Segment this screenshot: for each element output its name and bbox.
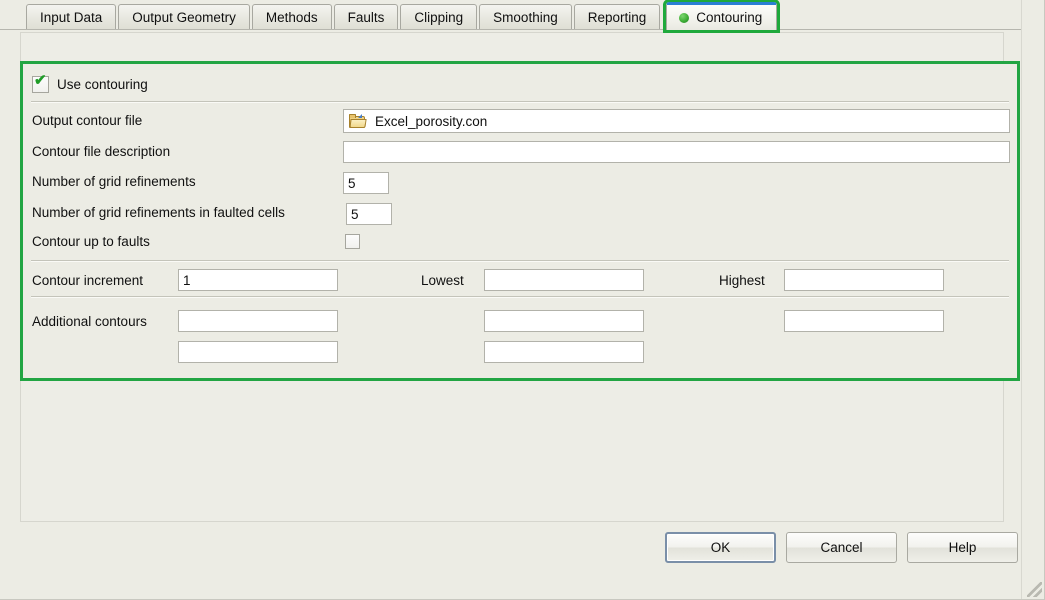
tab-label: Contouring bbox=[696, 10, 762, 25]
highest-input[interactable] bbox=[784, 269, 944, 291]
highest-label: Highest bbox=[719, 273, 765, 288]
tab-content-panel: ✔ Use contouring Output contour file Exc… bbox=[0, 29, 1022, 524]
output-contour-file-label: Output contour file bbox=[32, 113, 142, 128]
use-contouring-checkbox[interactable]: ✔ bbox=[32, 76, 49, 93]
resize-grip[interactable] bbox=[1027, 582, 1042, 597]
separator-bottom bbox=[31, 296, 1009, 298]
grid-refinements-label: Number of grid refinements bbox=[32, 174, 196, 189]
output-contour-file-value: Excel_porosity.con bbox=[375, 114, 487, 129]
tab-strip: Input Data Output Geometry Methods Fault… bbox=[0, 0, 1022, 30]
contour-up-to-faults-label: Contour up to faults bbox=[32, 234, 150, 249]
checkmark-icon: ✔ bbox=[34, 73, 47, 88]
contour-increment-label: Contour increment bbox=[32, 273, 143, 288]
separator-middle bbox=[31, 260, 1009, 262]
tab-input-data[interactable]: Input Data bbox=[26, 4, 116, 30]
tab-label: Input Data bbox=[40, 10, 102, 25]
tab-label: Smoothing bbox=[493, 10, 558, 25]
contour-file-description-label: Contour file description bbox=[32, 144, 170, 159]
right-gutter bbox=[1021, 0, 1045, 600]
ok-button[interactable]: OK bbox=[665, 532, 776, 563]
open-folder-icon[interactable] bbox=[349, 114, 367, 129]
contouring-group: ✔ Use contouring Output contour file Exc… bbox=[20, 61, 1020, 381]
separator-top bbox=[31, 101, 1009, 103]
help-button[interactable]: Help bbox=[907, 532, 1018, 563]
tab-reporting[interactable]: Reporting bbox=[574, 4, 661, 30]
tab-label: Clipping bbox=[414, 10, 463, 25]
tab-label: Reporting bbox=[588, 10, 647, 25]
grid-refinements-faulted-label: Number of grid refinements in faulted ce… bbox=[32, 205, 285, 220]
output-contour-file-input[interactable]: Excel_porosity.con bbox=[343, 109, 1010, 133]
additional-contour-input-3[interactable] bbox=[784, 310, 944, 332]
tab-clipping[interactable]: Clipping bbox=[400, 4, 477, 30]
green-status-dot-icon bbox=[679, 13, 689, 23]
contour-up-to-faults-checkbox[interactable] bbox=[345, 234, 360, 249]
tab-label: Faults bbox=[348, 10, 385, 25]
contour-increment-input[interactable]: 1 bbox=[178, 269, 338, 291]
additional-contour-input-5[interactable] bbox=[484, 341, 644, 363]
cancel-button[interactable]: Cancel bbox=[786, 532, 897, 563]
dialog-button-bar: OK Cancel Help bbox=[0, 532, 1022, 582]
tab-faults[interactable]: Faults bbox=[334, 4, 399, 30]
bottom-strip bbox=[0, 588, 1022, 600]
tab-label: Output Geometry bbox=[132, 10, 236, 25]
grid-refinements-input[interactable]: 5 bbox=[343, 172, 389, 194]
lowest-label: Lowest bbox=[421, 273, 464, 288]
additional-contour-input-2[interactable] bbox=[484, 310, 644, 332]
contour-file-description-input[interactable] bbox=[343, 141, 1010, 163]
help-button-label: Help bbox=[949, 540, 977, 555]
additional-contour-input-4[interactable] bbox=[178, 341, 338, 363]
tab-smoothing[interactable]: Smoothing bbox=[479, 4, 572, 30]
cancel-button-label: Cancel bbox=[820, 540, 862, 555]
additional-contour-input-1[interactable] bbox=[178, 310, 338, 332]
tab-contouring[interactable]: Contouring bbox=[666, 2, 777, 30]
use-contouring-label: Use contouring bbox=[57, 77, 148, 92]
grid-refinements-faulted-input[interactable]: 5 bbox=[346, 203, 392, 225]
additional-contours-label: Additional contours bbox=[32, 314, 147, 329]
lowest-input[interactable] bbox=[484, 269, 644, 291]
ok-button-label: OK bbox=[711, 540, 731, 555]
tab-output-geometry[interactable]: Output Geometry bbox=[118, 4, 250, 30]
contouring-dialog: Input Data Output Geometry Methods Fault… bbox=[0, 0, 1045, 600]
tab-label: Methods bbox=[266, 10, 318, 25]
tab-methods[interactable]: Methods bbox=[252, 4, 332, 30]
